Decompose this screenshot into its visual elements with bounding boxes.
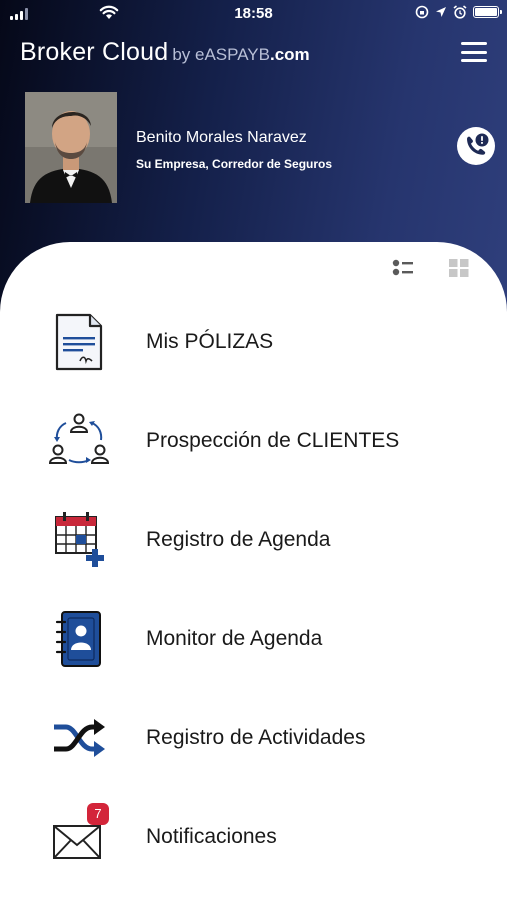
menu-item-registro-actividades[interactable]: Registro de Actividades <box>0 688 507 787</box>
user-name: Benito Morales Naravez <box>136 129 307 146</box>
brand-domain: .com <box>269 45 310 64</box>
menu-item-monitor-agenda[interactable]: Monitor de Agenda <box>0 589 507 688</box>
menu-item-registro-agenda[interactable]: Registro de Agenda <box>0 490 507 589</box>
menu-item-label: Notificaciones <box>146 825 277 848</box>
shuffle-icon <box>54 719 105 757</box>
user-company: Su Empresa, Corredor de Seguros <box>136 157 333 171</box>
hamburger-icon[interactable] <box>461 42 487 62</box>
main-menu: Mis PÓLIZAS Prospección de CLIENTES Regi… <box>0 292 507 886</box>
battery-icon <box>473 6 502 18</box>
menu-item-label: Registro de Agenda <box>146 528 331 551</box>
brand-name: Broker Cloud <box>20 38 169 66</box>
avatar <box>25 92 117 203</box>
phone-alert-icon[interactable] <box>457 127 495 165</box>
menu-item-label: Monitor de Agenda <box>146 627 323 650</box>
contact-book-icon <box>55 611 101 667</box>
notification-badge: 7 <box>87 803 109 825</box>
app-title: Broker Cloud by eASPAYB.com <box>20 38 310 67</box>
calendar-add-icon <box>55 512 104 567</box>
menu-item-polizas[interactable]: Mis PÓLIZAS <box>0 292 507 391</box>
menu-item-label: Registro de Actividades <box>146 726 366 749</box>
status-bar: 18:58 <box>0 0 507 28</box>
location-icon <box>436 7 446 17</box>
menu-item-label: Mis PÓLIZAS <box>146 330 274 353</box>
alarm-icon <box>453 5 467 19</box>
menu-item-label: Prospección de CLIENTES <box>146 429 400 452</box>
grid-view-icon[interactable] <box>448 258 470 278</box>
client-cycle-icon <box>48 413 110 464</box>
list-view-icon[interactable] <box>392 258 414 278</box>
policy-document-icon <box>55 313 103 371</box>
menu-item-prospeccion[interactable]: Prospección de CLIENTES <box>0 391 507 490</box>
brand-by: by eASPAYB <box>172 45 270 64</box>
screen-rotation-lock-icon <box>415 5 429 19</box>
menu-item-notificaciones[interactable]: 7 Notificaciones <box>0 787 507 886</box>
